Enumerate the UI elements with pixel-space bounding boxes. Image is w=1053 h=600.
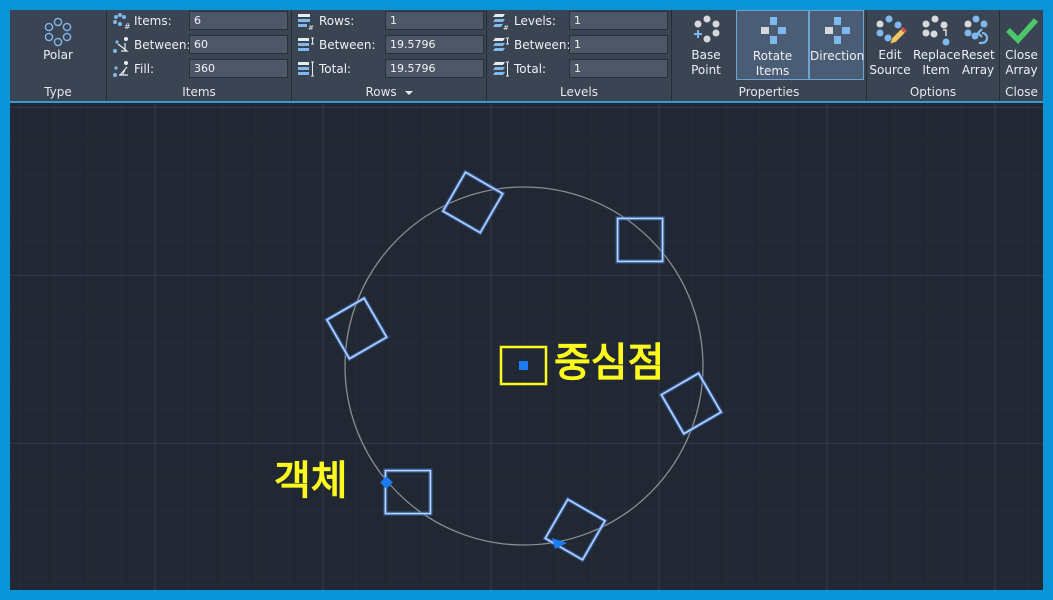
items-count-input[interactable]: 6	[189, 11, 288, 30]
levels-count-input[interactable]: 1	[569, 11, 668, 30]
rows-panel: # Rows: 1 Between: 19.5796 Total: 19.579…	[292, 10, 487, 101]
options-panel: Edit Source Replace Item Reset Array Opt…	[867, 10, 1000, 101]
levels-total-icon	[493, 61, 509, 77]
levels-count-label: Levels:	[514, 14, 556, 28]
rotate-items-icon	[760, 17, 786, 44]
array-item[interactable]	[615, 216, 665, 264]
close-array-label-1: Close	[1005, 48, 1038, 62]
rows-between-label: Between:	[319, 38, 376, 52]
rows-between-input[interactable]: 19.5796	[385, 35, 484, 54]
rows-panel-title-button[interactable]: Rows	[292, 85, 486, 99]
properties-panel: Base Point Rotate Items Direction Proper…	[672, 10, 867, 101]
options-panel-title: Options	[909, 85, 957, 99]
square-outline	[660, 372, 723, 435]
levels-total-label: Total:	[514, 62, 547, 76]
levels-panel-title: Levels	[560, 85, 598, 99]
levels-count-row: # Levels:	[492, 11, 556, 31]
levels-panel: # Levels: 1 Between: 1 Total: 1 Levels	[487, 10, 672, 101]
levels-total-row: Total:	[492, 59, 546, 79]
square-outline	[616, 217, 664, 263]
items-between-label: Between:	[134, 38, 191, 52]
rows-between-row: Between:	[297, 35, 376, 55]
items-fill-row: Fill:	[112, 59, 154, 79]
reset-array-label-2: Array	[961, 63, 995, 77]
rows-total-input[interactable]: 19.5796	[385, 59, 484, 78]
direction-icon	[824, 17, 850, 44]
levels-between-input[interactable]: 1	[569, 35, 668, 54]
items-panel: # Items: 6 Between: 60 Fill: 360 Items	[107, 10, 292, 101]
type-panel-title: Type	[44, 85, 72, 99]
rows-count-input[interactable]: 1	[385, 11, 484, 30]
levels-count-icon: #	[493, 14, 509, 30]
items-panel-title: Items	[182, 85, 216, 99]
rows-total-label: Total:	[319, 62, 352, 76]
reset-array-icon	[964, 15, 989, 45]
array-item[interactable]	[658, 370, 724, 437]
items-fill-label: Fill:	[134, 62, 155, 76]
edit-source-label-1: Edit	[878, 48, 902, 62]
angle-between-icon	[113, 37, 129, 53]
edit-source-label-2: Source	[869, 63, 911, 77]
checkmark-icon	[1005, 18, 1038, 44]
chevron-down-icon	[404, 90, 413, 95]
close-array-label-2: Array	[1005, 63, 1038, 77]
reset-array-button[interactable]: Reset Array	[959, 10, 997, 80]
levels-between-icon	[493, 37, 509, 51]
edit-source-button[interactable]: Edit Source	[869, 10, 911, 80]
polar-type-button[interactable]: Polar	[18, 12, 98, 82]
base-point-label: Base Point	[691, 48, 721, 77]
items-count-row: # Items:	[112, 11, 172, 31]
drawing-canvas[interactable]: 중심점 객체	[10, 103, 1043, 590]
items-count-icon: #	[113, 13, 130, 30]
svg-text:#: #	[308, 24, 314, 30]
items-between-row: Between:	[112, 35, 191, 55]
array-ribbon: Polar Type # Items: 6 Between: 60	[10, 10, 1043, 103]
fill-angle-icon	[113, 61, 128, 77]
canvas-drawing	[10, 103, 1043, 590]
levels-total-input[interactable]: 1	[569, 59, 668, 78]
edit-source-icon	[876, 15, 907, 45]
levels-between-row: Between:	[492, 35, 571, 55]
center-point-annotation: 중심점	[554, 340, 665, 386]
type-panel: Polar Type	[10, 10, 107, 101]
close-panel-title: Close	[1005, 85, 1038, 99]
rows-total-row: Total:	[297, 59, 351, 79]
selection-glow	[658, 370, 724, 437]
base-point-button[interactable]: Base Point	[675, 10, 737, 80]
replace-item-label-2: Item	[922, 63, 950, 77]
replace-item-label-1: Replace	[913, 48, 961, 62]
center-point-grip[interactable]	[519, 361, 528, 370]
items-fill-input[interactable]: 360	[189, 59, 288, 78]
direction-label: Direction	[810, 49, 865, 63]
replace-item-icon	[922, 15, 950, 46]
svg-text:#: #	[124, 22, 130, 30]
object-base-grip[interactable]	[380, 476, 393, 489]
rows-count-row: # Rows:	[297, 11, 354, 31]
base-point-icon	[694, 15, 720, 43]
rows-count-label: Rows:	[319, 14, 355, 28]
rotate-items-button[interactable]: Rotate Items	[736, 10, 809, 80]
selection-glow	[615, 216, 665, 264]
svg-text:#: #	[503, 24, 509, 30]
rows-between-icon	[298, 37, 314, 51]
rows-panel-title: Rows	[365, 85, 397, 99]
items-count-label: Items:	[134, 14, 172, 28]
items-between-input[interactable]: 60	[189, 35, 288, 54]
close-panel: Close Array Close	[1000, 10, 1043, 101]
polar-type-label: Polar	[43, 48, 73, 62]
levels-between-label: Between:	[514, 38, 571, 52]
reset-array-label-1: Reset	[961, 48, 995, 62]
rotate-items-label: Rotate Items	[752, 49, 793, 78]
direction-button[interactable]: Direction	[809, 10, 864, 80]
rows-count-icon: #	[298, 14, 314, 30]
properties-panel-title: Properties	[738, 85, 800, 99]
rows-total-icon	[298, 61, 314, 77]
replace-item-button[interactable]: Replace Item	[913, 10, 961, 80]
close-array-button[interactable]: Close Array	[1000, 10, 1043, 80]
polar-array-icon	[44, 17, 72, 47]
object-annotation: 객체	[274, 458, 348, 504]
